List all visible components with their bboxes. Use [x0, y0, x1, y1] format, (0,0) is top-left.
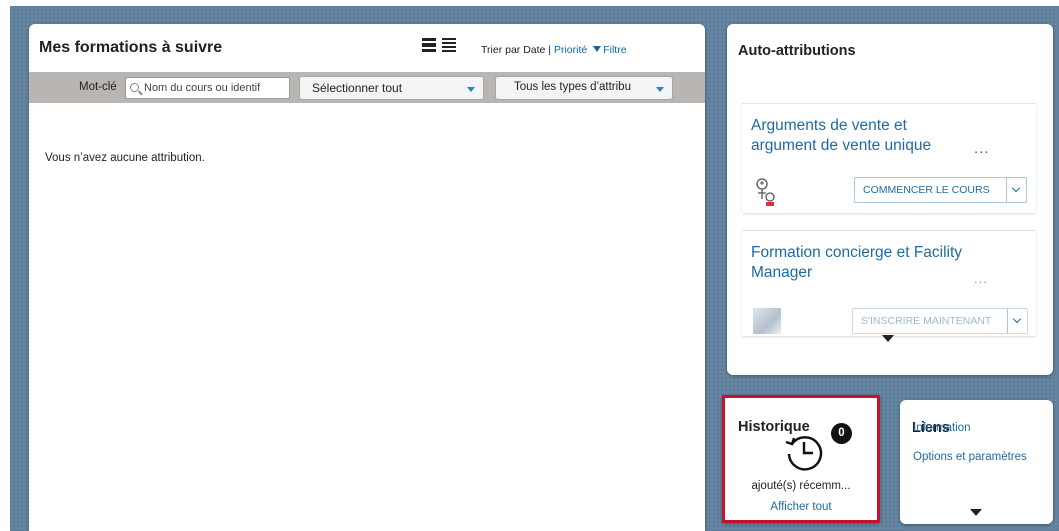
list-compact-icon[interactable]: [442, 38, 456, 52]
scroll-down-icon[interactable]: [970, 509, 982, 516]
chevron-down-icon[interactable]: [1006, 178, 1026, 202]
history-count-badge: 0: [831, 423, 852, 444]
types-label: Tous les types d’attribu: [514, 81, 631, 93]
chevron-down-icon: [467, 87, 475, 92]
list-detailed-icon[interactable]: [422, 38, 436, 52]
view-toggle: [422, 38, 456, 52]
funnel-icon[interactable]: [593, 46, 602, 52]
start-course-button[interactable]: COMMENCER LE COURS: [854, 177, 1027, 203]
assignment-types-dropdown[interactable]: Tous les types d’attribu: [495, 76, 673, 100]
links-panel: Liens Information Options et paramètres: [900, 400, 1053, 524]
course-thumbnail: [753, 308, 781, 334]
self-assignments-panel: Auto-attributions Arguments de vente et …: [727, 24, 1053, 375]
search-input[interactable]: Nom du cours ou identif: [125, 77, 290, 99]
enroll-now-label: S'INSCRIRE MAINTENANT: [861, 315, 992, 327]
more-ellipsis[interactable]: ...: [974, 140, 990, 157]
history-subtitle: ajouté(s) récemm...: [751, 480, 851, 492]
chevron-down-icon[interactable]: [1007, 309, 1027, 333]
sort-priority-link[interactable]: Priorité: [554, 44, 587, 56]
scroll-down-icon[interactable]: [882, 335, 894, 342]
panel-title: Mes formations à suivre: [39, 39, 223, 56]
enroll-now-button[interactable]: S'INSCRIRE MAINTENANT: [852, 308, 1028, 334]
information-link[interactable]: Information: [913, 422, 971, 434]
view-all-link[interactable]: Afficher tout: [725, 501, 877, 513]
sort-by-date-label[interactable]: Trier par Date |: [481, 44, 554, 56]
search-placeholder: Nom du cours ou identif: [144, 82, 261, 94]
empty-message: Vous n’avez aucune attribution.: [45, 152, 205, 164]
panel-title: Auto-attributions: [738, 43, 856, 59]
course-title-link[interactable]: Formation concierge et Facility Manager: [751, 243, 971, 283]
search-icon: [130, 83, 139, 92]
course-title-link[interactable]: Arguments de vente et argument de vente …: [751, 116, 971, 156]
assignments-panel: Mes formations à suivre Trier par Date |…: [29, 24, 705, 531]
sort-controls: Trier par Date | Priorité Filtre: [481, 44, 627, 56]
keyword-label: Mot-clé: [79, 81, 117, 93]
history-clock-icon: [785, 436, 823, 471]
select-all-dropdown[interactable]: Sélectionner tout: [299, 76, 484, 100]
filter-link[interactable]: Filtre: [603, 44, 626, 56]
more-ellipsis[interactable]: ...: [974, 271, 988, 286]
history-panel: Historique 0 ajouté(s) récemm... Affiche…: [722, 395, 880, 523]
select-all-label: Sélectionner tout: [312, 81, 403, 95]
start-course-label: COMMENCER LE COURS: [863, 184, 990, 196]
filter-toolbar: Mot-clé Nom du cours ou identif Sélectio…: [29, 72, 705, 103]
course-card: Formation concierge et Facility Manager …: [742, 230, 1036, 336]
course-type-icon: [756, 178, 775, 206]
chevron-down-icon: [656, 87, 664, 92]
options-settings-link[interactable]: Options et paramètres: [913, 451, 1027, 463]
course-card: Arguments de vente et argument de vente …: [742, 103, 1036, 213]
